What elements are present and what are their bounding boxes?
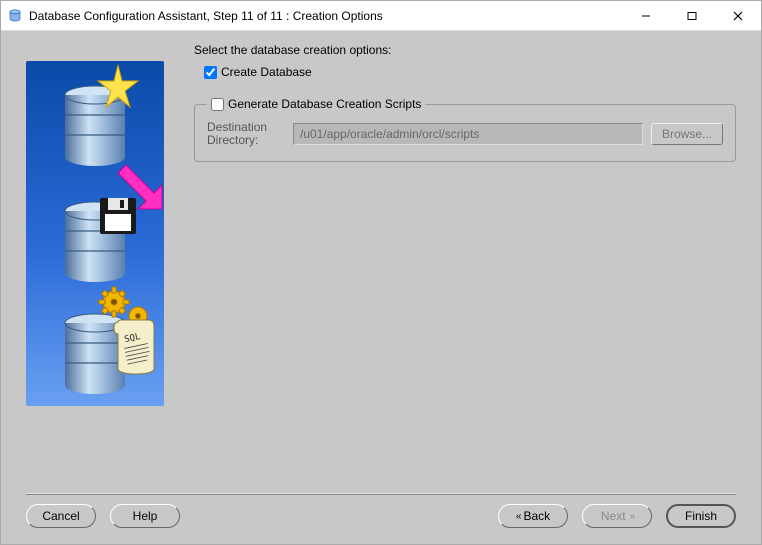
prompt-text: Select the database creation options: [194, 43, 736, 57]
window-controls [623, 1, 761, 30]
generate-scripts-group: Generate Database Creation Scripts Desti… [194, 97, 736, 162]
titlebar: Database Configuration Assistant, Step 1… [1, 1, 761, 31]
back-button-label: Back [523, 509, 550, 523]
destination-directory-label: Destination Directory: [207, 121, 285, 147]
floppy-icon [98, 196, 138, 236]
next-button-label: Next [601, 509, 626, 523]
chevron-left-icon: « [516, 511, 520, 522]
window-title: Database Configuration Assistant, Step 1… [29, 9, 623, 23]
maximize-button[interactable] [669, 1, 715, 30]
dialog-window: Database Configuration Assistant, Step 1… [0, 0, 762, 545]
finish-button[interactable]: Finish [666, 504, 736, 528]
app-icon [7, 8, 23, 24]
close-button[interactable] [715, 1, 761, 30]
minimize-button[interactable] [623, 1, 669, 30]
browse-button[interactable]: Browse... [651, 123, 723, 145]
create-database-checkbox[interactable] [204, 66, 217, 79]
main-pane: Select the database creation options: Cr… [194, 43, 736, 487]
cancel-button[interactable]: Cancel [26, 504, 96, 528]
wizard-side-image: SQL [26, 61, 164, 406]
sql-script-icon: SQL [112, 316, 160, 376]
star-icon [94, 63, 142, 111]
dialog-body: SQL Select the database creation options… [1, 31, 761, 544]
back-button[interactable]: « Back [498, 504, 568, 528]
create-database-label: Create Database [221, 65, 312, 79]
help-button[interactable]: Help [110, 504, 180, 528]
create-database-option[interactable]: Create Database [204, 65, 736, 79]
generate-scripts-label: Generate Database Creation Scripts [228, 97, 421, 111]
button-bar: Cancel Help « Back Next » Finish [26, 504, 736, 532]
generate-scripts-checkbox[interactable] [211, 98, 224, 111]
generate-scripts-legend[interactable]: Generate Database Creation Scripts [207, 97, 425, 111]
separator [26, 493, 736, 494]
next-button: Next » [582, 504, 652, 528]
destination-directory-input[interactable] [293, 123, 643, 145]
chevron-right-icon: » [630, 511, 634, 522]
